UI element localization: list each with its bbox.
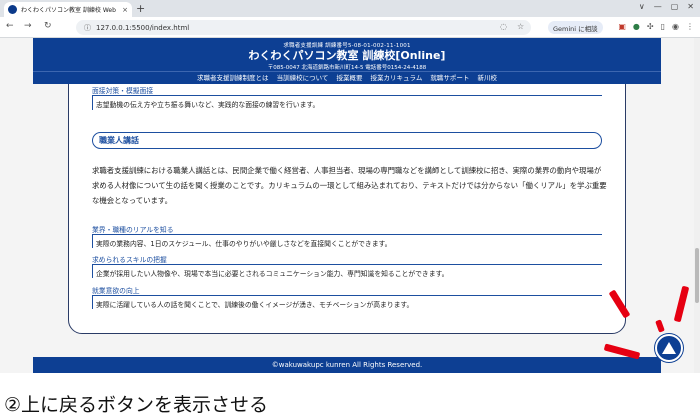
tab-title: わくわくパソコン教室 訓練校 Web xyxy=(21,7,116,14)
nav-item-system[interactable]: 求職者支援訓練制度とは xyxy=(197,74,269,82)
tab-list-icon[interactable]: ∨ xyxy=(639,2,645,11)
site-header: 求職者支援訓練 訓練番号5-08-01-002-11-1001 わくわくパソコン… xyxy=(33,38,661,71)
back-arrow-icon[interactable]: ← xyxy=(6,21,14,31)
lecture-item-divider xyxy=(92,264,602,265)
extension-icon[interactable]: ● xyxy=(633,22,640,31)
lecture-paragraph: 求職者支援訓練における職業人講話とは、民間企業で働く経営者、人事担当者、現場の専… xyxy=(92,166,607,205)
site-info-icon[interactable]: ⓘ xyxy=(84,23,91,33)
lecture-item-divider xyxy=(92,295,602,296)
interview-heading: 面接対策・模擬面接 xyxy=(92,87,154,95)
lecture-item-heading: 業界・職種のリアルを知る xyxy=(92,226,174,234)
side-panel-icon[interactable]: ▯ xyxy=(661,22,665,31)
extension-pdf-icon[interactable]: ▣ xyxy=(618,22,626,31)
header-address: 〒085-0047 北海道釧路市新川町14-5 電話番号0154-24-4188 xyxy=(267,65,427,71)
maximize-button[interactable]: ▢ xyxy=(671,2,679,11)
caption-text: ②上に戻るボタンを表示させる xyxy=(4,394,269,416)
url-text: 127.0.0.1:5500/index.html xyxy=(96,23,190,32)
lecture-item-body: 実際の業務内容、1日のスケジュール、仕事のやりがいや厳しさなどを直接聞くことがで… xyxy=(96,240,392,248)
tab-close-icon[interactable]: × xyxy=(122,6,128,14)
browser-tab[interactable]: わくわくパソコン教室 訓練校 Web × xyxy=(4,2,132,17)
bookmark-star-icon[interactable]: ☆ xyxy=(517,22,524,31)
site-nav: 求職者支援訓練制度とは 当訓練校について 授業概要 授業カリキュラム 就職サポー… xyxy=(33,71,661,84)
lecture-item-divider xyxy=(92,234,602,235)
nav-item-overview[interactable]: 授業概要 xyxy=(336,74,362,82)
minimize-button[interactable]: — xyxy=(654,2,662,11)
close-window-button[interactable]: ✕ xyxy=(687,2,694,11)
interview-body: 志望動機の伝え方や立ち振る舞いなど、実践的な面接の練習を行います。 xyxy=(96,101,320,109)
extensions-puzzle-icon[interactable]: ✣ xyxy=(647,22,654,31)
lecture-item-heading: 就業意欲の向上 xyxy=(92,287,140,295)
gemini-button[interactable]: Gemini に相談 xyxy=(548,21,603,34)
favicon-icon xyxy=(8,5,17,14)
interview-divider xyxy=(92,95,602,96)
profile-avatar-icon[interactable]: ◉ xyxy=(672,22,679,31)
lecture-item-bar xyxy=(92,265,93,278)
arrow-up-icon xyxy=(662,342,676,354)
interview-bar xyxy=(92,96,93,110)
page-scrollbar[interactable] xyxy=(694,38,700,373)
site-footer: ©wakuwakupc kunren All Rights Reserved. xyxy=(33,357,661,373)
forward-arrow-icon[interactable]: → xyxy=(24,21,32,31)
lecture-item-heading: 求められるスキルの把握 xyxy=(92,256,167,264)
browser-tab-bar: わくわくパソコン教室 訓練校 Web × + ∨ — ▢ ✕ xyxy=(0,0,700,17)
scrollbar-thumb[interactable] xyxy=(695,248,699,303)
nav-item-support[interactable]: 就職サポート xyxy=(430,74,469,82)
url-bar[interactable]: ⓘ 127.0.0.1:5500/index.html xyxy=(76,20,531,35)
gemini-label: Gemini に相談 xyxy=(553,24,598,33)
lecture-item-bar xyxy=(92,296,93,309)
eye-off-icon[interactable]: ◌ xyxy=(500,22,507,31)
nav-item-shinkawa[interactable]: 新川校 xyxy=(478,74,498,82)
lecture-title: 職業人講話 xyxy=(92,132,602,149)
site-name[interactable]: わくわくパソコン教室 訓練校[Online] xyxy=(33,49,661,63)
reload-icon[interactable]: ↻ xyxy=(44,21,52,31)
new-tab-button[interactable]: + xyxy=(136,2,145,15)
header-sub-title: 求職者支援訓練 訓練番号5-08-01-002-11-1001 xyxy=(283,43,411,49)
lecture-item-bar xyxy=(92,235,93,248)
menu-kebab-icon[interactable]: ⋮ xyxy=(686,22,694,31)
lecture-item-body: 企業が採用したい人物像や、現場で本当に必要とされるコミュニケーション能力、専門知… xyxy=(96,270,449,278)
nav-item-about[interactable]: 当訓練校について xyxy=(277,74,329,82)
nav-item-curriculum[interactable]: 授業カリキュラム xyxy=(371,74,423,82)
lecture-item-body: 実際に活躍している人の話を聞くことで、訓練後の働くイメージが湧き、モチベーション… xyxy=(96,301,414,309)
address-toolbar: ← → ↻ ⓘ 127.0.0.1:5500/index.html ◌ ☆ Ge… xyxy=(0,17,700,38)
page-viewport[interactable]: 面接対策・模擬面接 志望動機の伝え方や立ち振る舞いなど、実践的な面接の練習を行い… xyxy=(0,38,694,373)
back-to-top-button[interactable] xyxy=(655,334,683,362)
